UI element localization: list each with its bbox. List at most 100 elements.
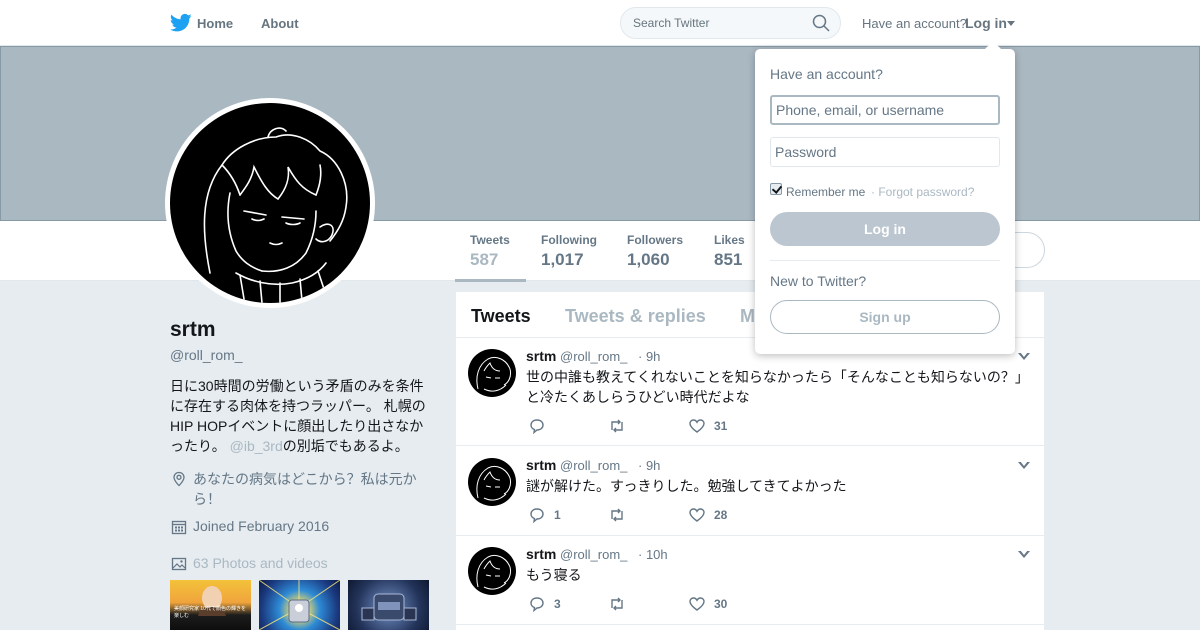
tweet-text: 謎が解けた。すっきりした。勉強してきてよかった (526, 478, 847, 494)
reply-count: 1 (554, 508, 561, 522)
photos-and-videos-link[interactable]: 63 Photos and videos (193, 555, 328, 571)
stat-value: 1,060 (627, 250, 670, 269)
tweet[interactable]: srtm @roll_rom_ · 9h 謎が解けた。すっきりした。勉強してきて… (456, 447, 1044, 536)
tweet-avatar[interactable] (468, 547, 516, 595)
stat-value: 587 (470, 250, 499, 269)
stat-tweets[interactable]: Tweets 587 (455, 233, 526, 282)
profile-location: あなたの病気はどこから？私は元から！ (193, 471, 417, 507)
thumbnail-robot-image (259, 580, 340, 630)
avatar-drawing (468, 349, 516, 397)
tweet-author-name[interactable]: srtm (526, 546, 556, 562)
calendar-icon (171, 520, 187, 535)
thumbnail-face-image (198, 586, 226, 616)
retweet-action[interactable] (608, 417, 634, 435)
chevron-down-icon[interactable] (1018, 352, 1030, 360)
reply-icon (530, 419, 544, 435)
retweet-action[interactable] (608, 506, 634, 524)
stat-label: Following (541, 233, 597, 247)
stat-label: Followers (627, 233, 684, 247)
tweet-author-handle[interactable]: @roll_rom_ (560, 458, 627, 473)
tweet-text: 世の中誰も教えてくれないことを知らなかったら「そんなことも知らないの？」と冷たく… (526, 369, 1029, 405)
nav-about-link[interactable]: About (261, 16, 299, 31)
stat-label: Tweets (470, 233, 510, 247)
profile-joined-date: Joined February 2016 (193, 518, 330, 534)
signup-button[interactable]: Sign up (770, 300, 1000, 334)
nav-home-link[interactable]: Home (197, 16, 233, 31)
chevron-down-icon[interactable] (1007, 21, 1015, 26)
tweet-author-name[interactable]: srtm (526, 348, 556, 364)
tab-tweets[interactable]: Tweets (471, 306, 531, 327)
tweet[interactable]: srtm @roll_rom_ · 9h 世の中誰も教えてくれないことを知らなか… (456, 338, 1044, 446)
tweet[interactable]: srtm @roll_rom_ · 10h もう寝る 3 30 (456, 536, 1044, 625)
tweet-text: もう寝る (526, 567, 582, 583)
like-heart-icon (689, 508, 705, 522)
retweet-action[interactable] (608, 595, 634, 613)
stat-value: 1,017 (541, 250, 584, 269)
login-button[interactable]: Log in (770, 212, 1000, 246)
tab-tweets-and-replies[interactable]: Tweets & replies (565, 306, 706, 327)
like-action[interactable]: 28 (688, 506, 727, 524)
tweet-avatar[interactable] (468, 458, 516, 506)
stat-followers[interactable]: Followers 1,060 (627, 233, 683, 270)
profile-bio: 日に30時間の労働という矛盾のみを条件に存在する肉体を持つラッパー。 札幌のHI… (170, 376, 435, 456)
tweet-author-name[interactable]: srtm (526, 457, 556, 473)
reply-action[interactable]: 1 (528, 506, 561, 524)
like-count: 31 (714, 419, 728, 433)
username-field[interactable] (770, 95, 1000, 125)
reply-icon (530, 508, 544, 524)
password-field[interactable] (770, 137, 1000, 167)
tweet-timestamp[interactable]: · 9h (638, 349, 660, 364)
like-heart-icon (689, 597, 705, 611)
avatar-drawing (170, 103, 370, 303)
stat-label: Likes (714, 233, 745, 247)
avatar-drawing (468, 547, 516, 595)
login-dropdown-toggle[interactable]: Log in (965, 15, 1007, 31)
stat-following[interactable]: Following 1,017 (541, 233, 597, 270)
forgot-password-link[interactable]: · Forgot password? (871, 185, 974, 199)
tweet-timestamp[interactable]: · 10h (638, 547, 668, 562)
tweet-author-handle[interactable]: @roll_rom_ (560, 349, 627, 364)
profile-avatar[interactable] (165, 98, 375, 308)
have-account-text: Have an account? (862, 16, 967, 31)
new-to-twitter-text: New to Twitter? (770, 273, 867, 289)
chevron-down-icon[interactable] (1018, 550, 1030, 558)
retweet-icon (611, 508, 623, 522)
like-action[interactable]: 31 (688, 417, 727, 435)
search-input[interactable] (620, 7, 841, 39)
remember-me-checkbox[interactable] (770, 183, 782, 195)
login-dropdown-title: Have an account? (770, 66, 883, 82)
profile-name[interactable]: srtm (170, 318, 216, 342)
media-thumbnail[interactable] (259, 580, 340, 630)
tweet-timestamp[interactable]: · 9h (638, 458, 660, 473)
search-icon[interactable] (812, 14, 830, 32)
like-count: 28 (714, 508, 728, 522)
tweet-avatar[interactable] (468, 349, 516, 397)
like-count: 30 (714, 597, 728, 611)
like-action[interactable]: 30 (688, 595, 727, 613)
dropdown-divider (770, 260, 1000, 261)
chevron-down-icon[interactable] (1018, 461, 1030, 469)
media-thumbnail[interactable]: 美顔研究家 10代で顔色の輝きを楽しむ (170, 580, 251, 630)
location-pin-icon (173, 471, 185, 487)
profile-handle[interactable]: @roll_rom_ (170, 347, 243, 363)
thumbnail-caption: 美顔研究家 10代で顔色の輝きを楽しむ (174, 606, 246, 619)
bio-mention-link[interactable]: @ib_3rd (230, 438, 283, 454)
retweet-icon (611, 419, 623, 433)
photo-icon (171, 557, 187, 571)
remember-me-label[interactable]: Remember me (786, 185, 865, 199)
login-dropdown: Have an account? Remember me · Forgot pa… (755, 41, 1015, 354)
tweet-author-handle[interactable]: @roll_rom_ (560, 547, 627, 562)
thumbnail-mecha-image (361, 593, 417, 621)
avatar-drawing (468, 458, 516, 506)
tab-media[interactable]: M (740, 306, 755, 327)
reply-icon (530, 597, 544, 613)
retweet-icon (611, 597, 623, 611)
bio-suffix: の別垢でもあるよ。 (282, 438, 409, 454)
stat-value: 851 (714, 250, 743, 269)
like-heart-icon (689, 419, 705, 433)
media-thumbnail[interactable] (348, 580, 429, 630)
reply-action[interactable]: 3 (528, 595, 561, 613)
reply-action[interactable] (528, 417, 554, 435)
twitter-bird-icon[interactable] (170, 13, 192, 33)
stat-likes[interactable]: Likes 851 (714, 233, 745, 270)
